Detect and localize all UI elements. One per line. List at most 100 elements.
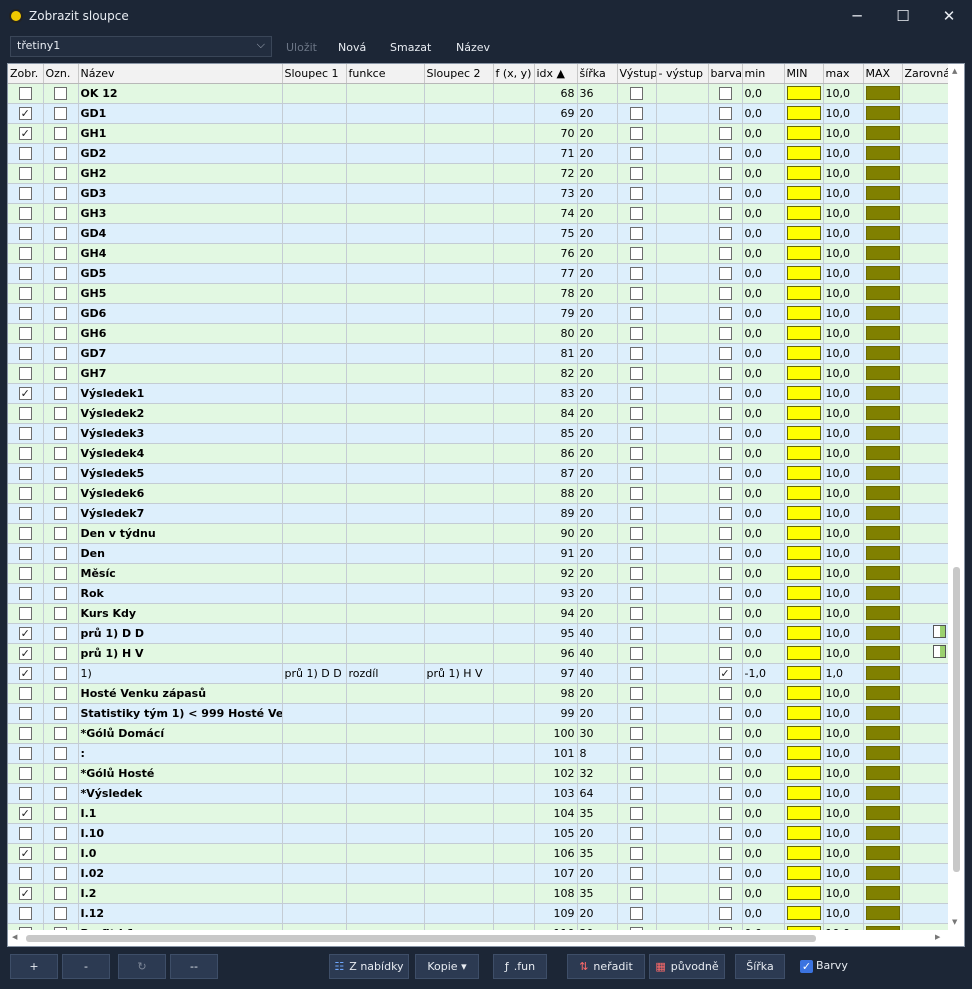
max-color-swatch[interactable]	[865, 446, 900, 460]
colors-checkbox[interactable]: ✓ Barvy	[800, 959, 848, 973]
mark-checkbox[interactable]	[54, 166, 67, 180]
width-cell[interactable]: 20	[577, 363, 618, 384]
output-checkbox[interactable]	[630, 206, 643, 220]
name-cell[interactable]: GH2	[78, 163, 283, 184]
min-color-swatch[interactable]	[786, 706, 821, 720]
min-color-swatch[interactable]	[786, 586, 821, 600]
color-checkbox[interactable]	[718, 286, 732, 300]
idx-cell[interactable]: 84	[534, 403, 578, 424]
mark-checkbox[interactable]	[54, 426, 67, 440]
align-cell[interactable]	[902, 403, 949, 424]
max-cell[interactable]: 10,0	[823, 163, 864, 184]
idx-cell[interactable]: 78	[534, 283, 578, 304]
min-cell[interactable]: 0,0	[742, 783, 785, 804]
output-checkbox[interactable]	[630, 146, 643, 160]
max-color-swatch[interactable]	[865, 906, 900, 920]
idx-cell[interactable]: 93	[534, 583, 578, 604]
width-cell[interactable]: 20	[577, 323, 618, 344]
column1-cell[interactable]	[282, 343, 347, 364]
align-icon[interactable]	[932, 645, 946, 658]
max-color-swatch[interactable]	[865, 886, 900, 900]
function-cell[interactable]	[346, 243, 425, 264]
column1-cell[interactable]	[282, 803, 347, 824]
max-cell[interactable]: 10,0	[823, 463, 864, 484]
column2-cell[interactable]	[424, 263, 494, 284]
column2-cell[interactable]	[424, 83, 494, 104]
min-color-swatch[interactable]	[786, 786, 821, 800]
align-cell[interactable]	[902, 543, 949, 564]
mark-checkbox[interactable]	[54, 586, 67, 600]
mark-checkbox[interactable]	[54, 346, 67, 360]
horizontal-scroll-thumb[interactable]	[26, 935, 816, 942]
min-cell[interactable]: 0,0	[742, 563, 785, 584]
max-cell[interactable]: 10,0	[823, 303, 864, 324]
min-color-swatch[interactable]	[786, 646, 821, 660]
max-color-cell[interactable]	[863, 183, 903, 204]
idx-cell[interactable]: 76	[534, 243, 578, 264]
min-color-cell[interactable]	[784, 223, 824, 244]
column2-cell[interactable]	[424, 723, 494, 744]
min-color-cell[interactable]	[784, 843, 824, 864]
max-cell[interactable]: 10,0	[823, 183, 864, 204]
function-cell[interactable]	[346, 123, 425, 144]
min-color-swatch[interactable]	[786, 906, 821, 920]
max-cell[interactable]: 10,0	[823, 343, 864, 364]
min-color-cell[interactable]	[784, 363, 824, 384]
fxy-cell[interactable]	[493, 163, 535, 184]
align-cell[interactable]	[902, 383, 949, 404]
max-color-cell[interactable]	[863, 783, 903, 804]
min-cell[interactable]: 0,0	[742, 863, 785, 884]
show-checkbox[interactable]	[18, 226, 32, 240]
idx-cell[interactable]: 91	[534, 543, 578, 564]
name-cell[interactable]: Hosté Venku zápasů	[78, 683, 283, 704]
color-checkbox[interactable]	[718, 566, 732, 580]
maximize-button[interactable]: ☐	[880, 0, 926, 32]
min-color-cell[interactable]	[784, 863, 824, 884]
min-cell[interactable]: 0,0	[742, 123, 785, 144]
table-row[interactable]: I.02 107 20 0,0 10,0	[8, 863, 949, 884]
fxy-cell[interactable]	[493, 343, 535, 364]
max-color-swatch[interactable]	[865, 666, 900, 680]
align-cell[interactable]	[902, 523, 949, 544]
min-color-cell[interactable]	[784, 663, 824, 684]
table-row[interactable]: ✓ GD1 69 20 0,0 10,0	[8, 103, 949, 124]
align-cell[interactable]	[902, 223, 949, 244]
function-cell[interactable]	[346, 703, 425, 724]
show-checkbox[interactable]	[18, 346, 32, 360]
max-color-swatch[interactable]	[865, 866, 900, 880]
column2-cell[interactable]	[424, 883, 494, 904]
name-cell[interactable]: GD7	[78, 343, 283, 364]
fxy-cell[interactable]	[493, 383, 535, 404]
max-color-swatch[interactable]	[865, 86, 900, 100]
width-cell[interactable]: 20	[577, 303, 618, 324]
max-color-swatch[interactable]	[865, 146, 900, 160]
max-cell[interactable]: 10,0	[823, 723, 864, 744]
column1-cell[interactable]	[282, 643, 347, 664]
max-color-cell[interactable]	[863, 143, 903, 164]
name-cell[interactable]: GD5	[78, 263, 283, 284]
max-color-cell[interactable]	[863, 163, 903, 184]
table-row[interactable]: Kurs Kdy 94 20 0,0 10,0	[8, 603, 949, 624]
show-checkbox[interactable]	[18, 826, 32, 840]
function-cell[interactable]	[346, 583, 425, 604]
max-color-cell[interactable]	[863, 903, 903, 924]
column1-cell[interactable]	[282, 583, 347, 604]
column1-cell[interactable]	[282, 503, 347, 524]
output-checkbox[interactable]	[630, 686, 643, 700]
min-color-cell[interactable]	[784, 883, 824, 904]
max-color-cell[interactable]	[863, 443, 903, 464]
column2-cell[interactable]	[424, 843, 494, 864]
min-color-swatch[interactable]	[786, 326, 821, 340]
min-color-swatch[interactable]	[786, 206, 821, 220]
fxy-cell[interactable]	[493, 443, 535, 464]
neg-output-cell[interactable]	[656, 583, 709, 604]
show-checkbox[interactable]: ✓	[18, 126, 32, 140]
max-cell[interactable]: 10,0	[823, 263, 864, 284]
neg-output-cell[interactable]	[656, 123, 709, 144]
mark-checkbox[interactable]	[54, 506, 67, 520]
width-cell[interactable]: 20	[577, 403, 618, 424]
name-cell[interactable]: GH3	[78, 203, 283, 224]
fxy-cell[interactable]	[493, 703, 535, 724]
color-checkbox[interactable]	[718, 526, 732, 540]
max-color-swatch[interactable]	[865, 586, 900, 600]
